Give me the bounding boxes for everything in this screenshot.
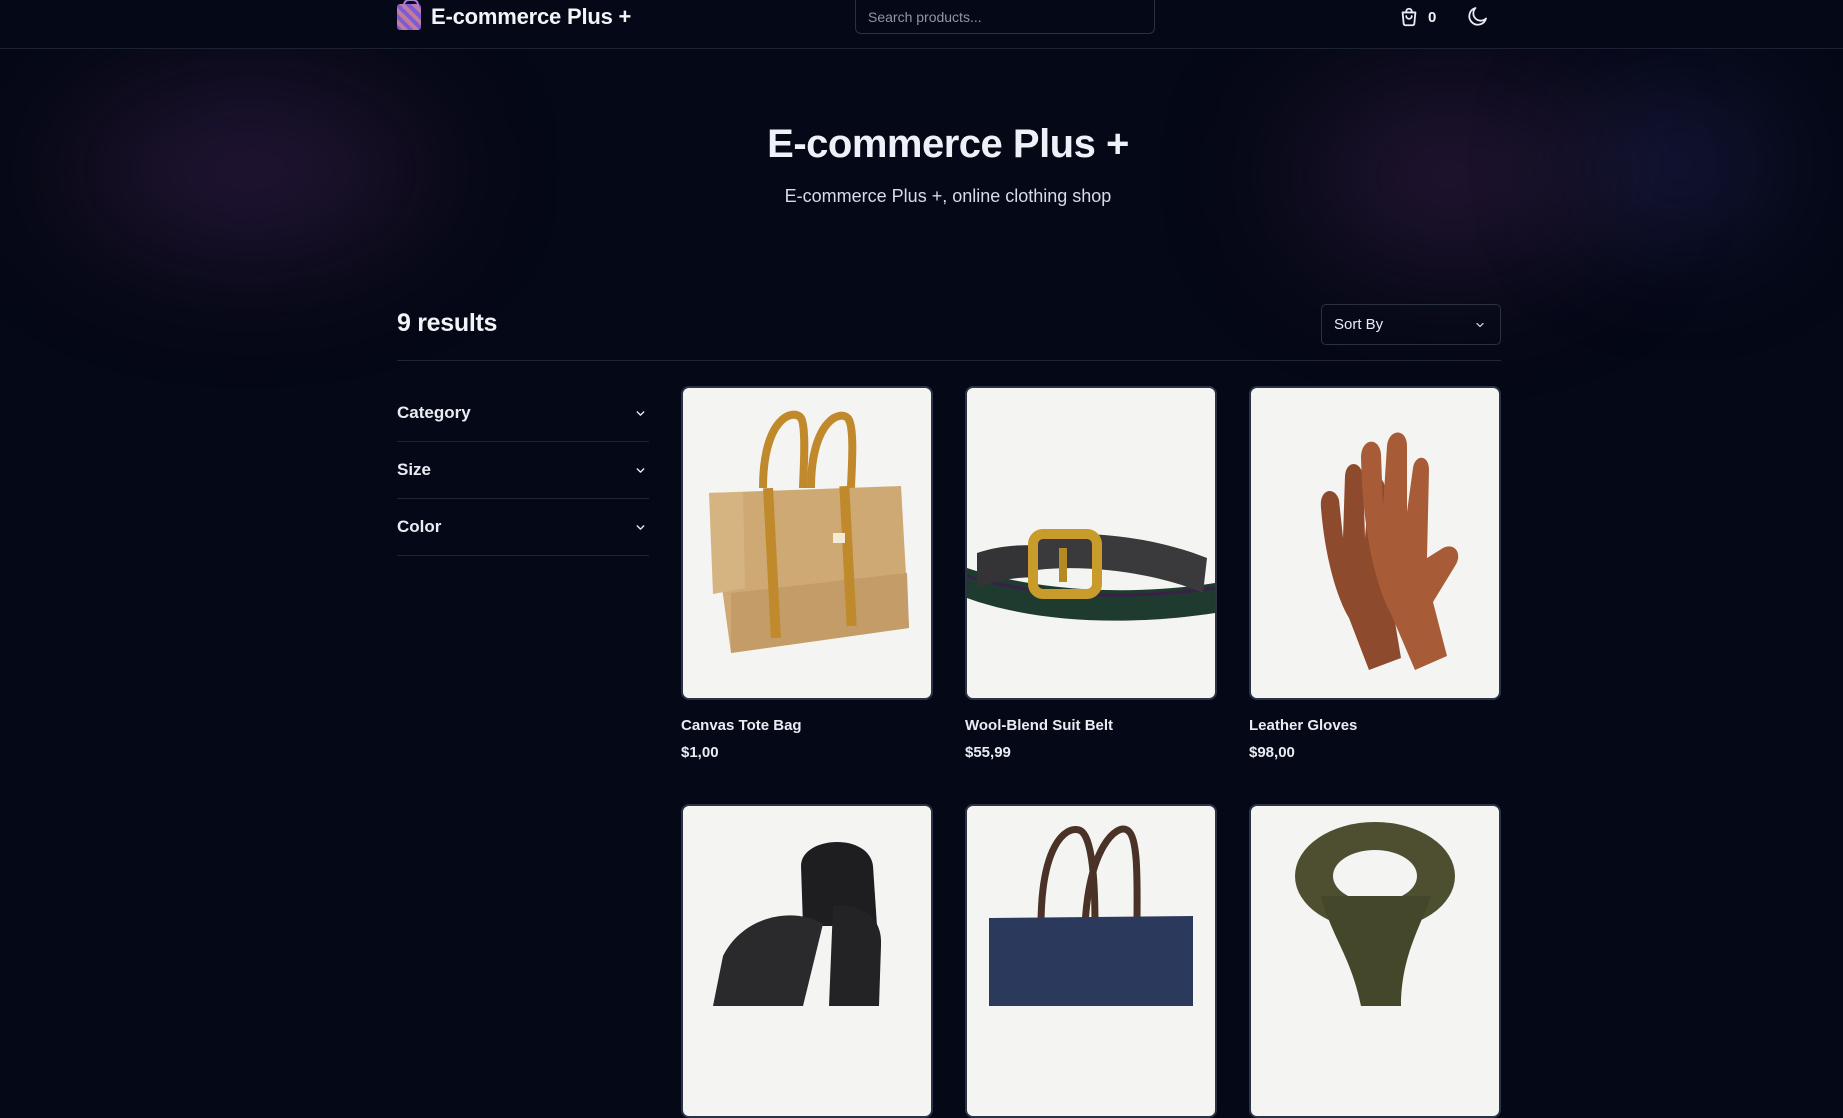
product-card[interactable]: Canvas Tote Bag $1,00 <box>681 386 933 761</box>
cart-bag-icon <box>1401 7 1417 27</box>
shopping-bag-logo-icon <box>397 0 421 30</box>
chevron-down-icon <box>636 524 645 530</box>
scarf-illustration <box>1295 822 1455 1006</box>
cart-count-badge: 0 <box>1428 8 1437 26</box>
filter-label: Category <box>397 403 471 422</box>
product-card[interactable] <box>965 804 1217 1118</box>
filter-color-toggle[interactable]: Color <box>397 499 649 556</box>
search-input[interactable] <box>855 0 1155 34</box>
product-card[interactable] <box>681 804 933 1118</box>
beanie-illustration <box>713 841 882 1006</box>
chevron-down-icon <box>636 467 645 473</box>
product-image-olive-scarf[interactable] <box>1249 804 1501 1118</box>
sort-by-label: Sort By <box>1334 316 1384 333</box>
filter-size-toggle[interactable]: Size <box>397 442 649 499</box>
navy-tote-illustration <box>989 825 1193 1006</box>
chevron-down-icon <box>636 410 645 416</box>
belt-illustration <box>967 529 1215 621</box>
results-divider <box>397 360 1501 361</box>
product-name[interactable]: Wool-Blend Suit Belt <box>965 717 1113 734</box>
sort-by-select[interactable]: Sort By <box>1321 304 1501 345</box>
brand-title: E-commerce Plus + <box>431 4 632 29</box>
product-image-suit-belt[interactable] <box>965 386 1217 700</box>
product-name[interactable]: Leather Gloves <box>1249 717 1357 734</box>
hero-subtitle: E-commerce Plus +, online clothing shop <box>784 186 1112 206</box>
cart-button[interactable]: 0 <box>1398 4 1436 30</box>
product-price: $1,00 <box>681 744 719 761</box>
results-count: 9 results <box>397 309 498 337</box>
filter-category-toggle[interactable]: Category <box>397 385 649 442</box>
product-card[interactable]: Wool-Blend Suit Belt $55,99 <box>965 386 1217 761</box>
filters-sidebar: Category Size Color <box>397 385 649 556</box>
moon-icon <box>1468 7 1487 26</box>
product-price: $55,99 <box>965 744 1011 761</box>
product-image-canvas-tote-bag[interactable] <box>681 386 933 700</box>
product-card[interactable]: Leather Gloves $98,00 <box>1249 386 1501 761</box>
product-image-black-beanie[interactable] <box>681 804 933 1118</box>
filter-label: Color <box>397 517 442 536</box>
background-glow-left <box>40 70 460 270</box>
product-image-navy-tote-bag[interactable] <box>965 804 1217 1118</box>
brand-link[interactable]: E-commerce Plus + <box>397 0 632 32</box>
top-navigation-bar: E-commerce Plus + 0 <box>0 0 1843 49</box>
chevron-down-icon <box>1476 322 1484 327</box>
product-price: $98,00 <box>1249 744 1295 761</box>
gloves-illustration <box>1320 432 1459 670</box>
tote-bag-illustration <box>709 410 909 653</box>
background-glow-right <box>1260 60 1640 290</box>
theme-toggle-button[interactable] <box>1466 4 1490 28</box>
product-card[interactable] <box>1249 804 1501 1118</box>
product-image-leather-gloves[interactable] <box>1249 386 1501 700</box>
hero-title: E-commerce Plus + <box>767 122 1129 166</box>
product-name[interactable]: Canvas Tote Bag <box>681 717 802 734</box>
filter-label: Size <box>397 460 432 479</box>
